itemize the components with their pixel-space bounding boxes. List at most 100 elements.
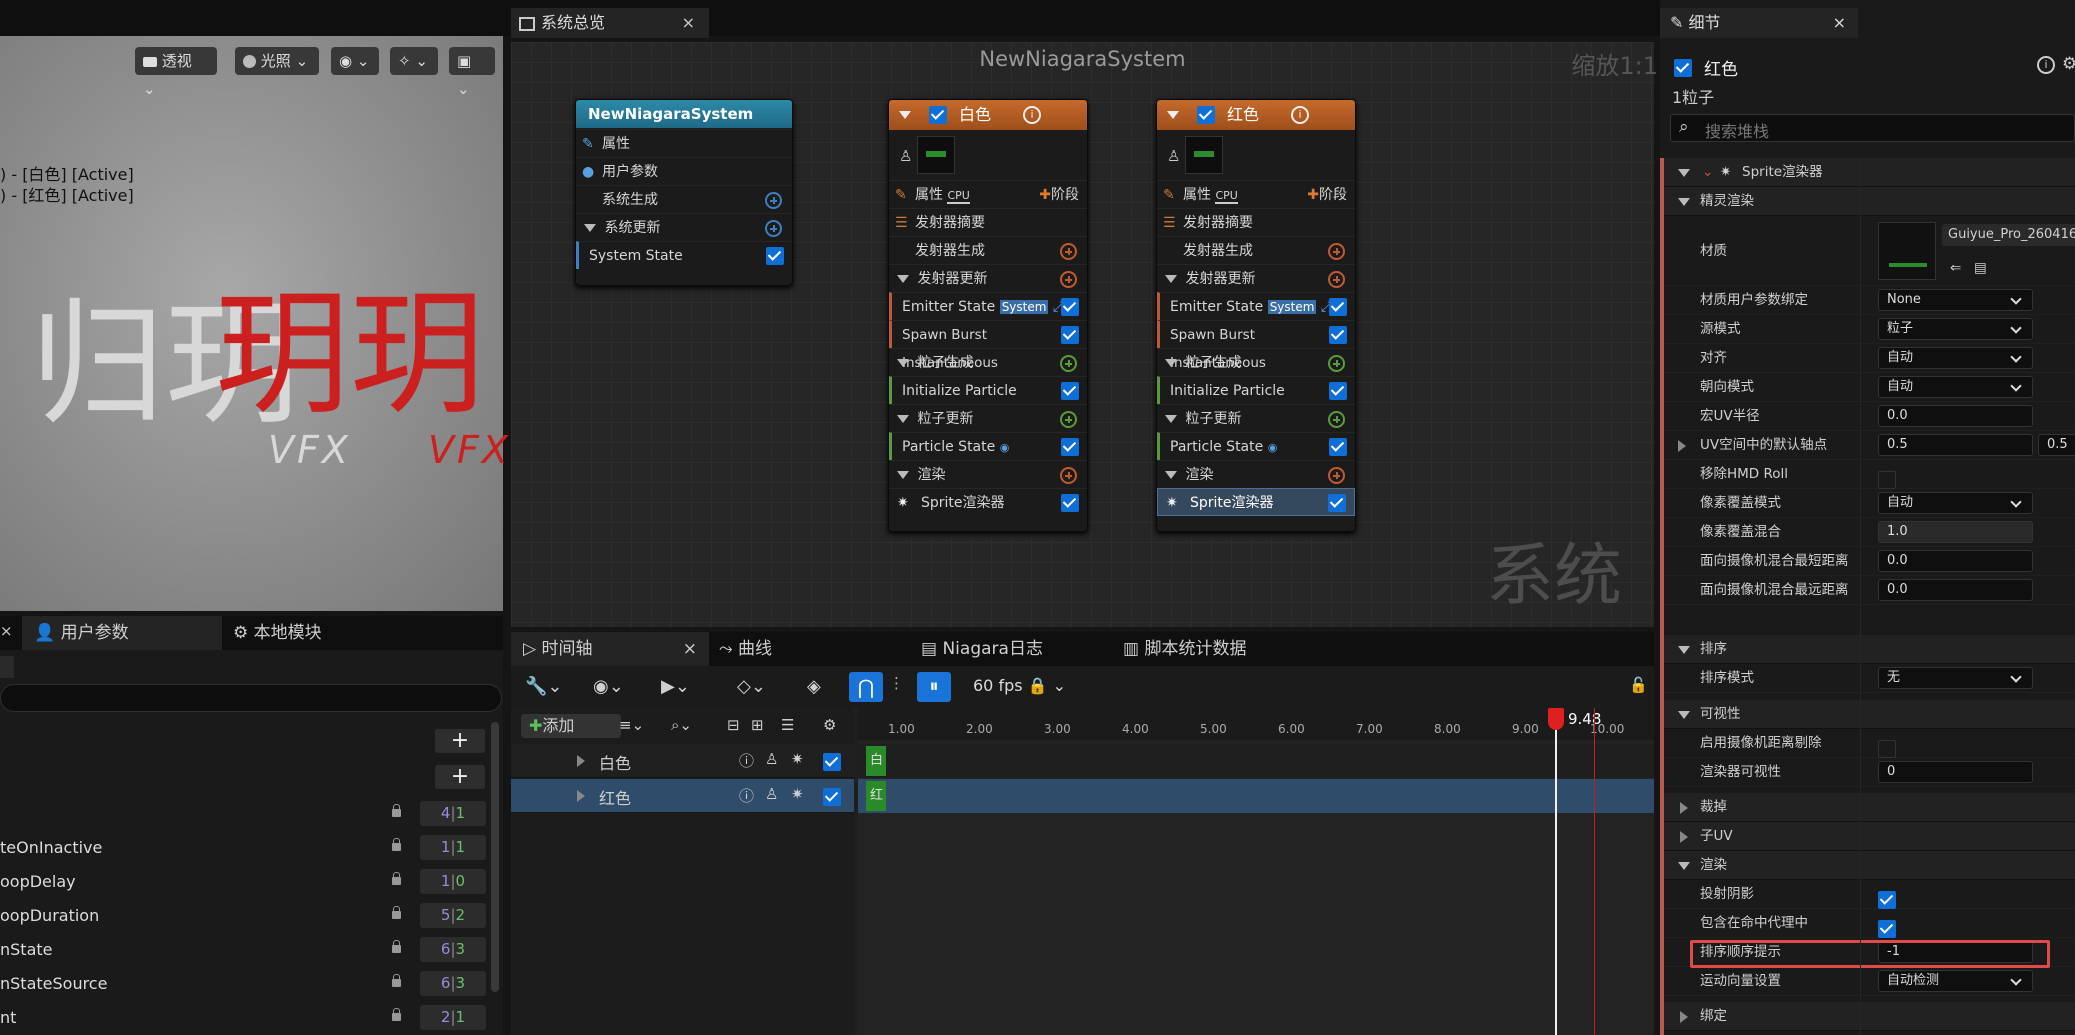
emitter-properties-row[interactable]: ✎ 属性 CPU ✚阶段	[1157, 180, 1355, 208]
section-cull[interactable]: 裁掉	[1664, 793, 2075, 822]
emitter-header[interactable]: 白色 i	[889, 100, 1087, 130]
emitter-summary-row[interactable]: ☰ 发射器摘要	[889, 208, 1087, 236]
initialize-particle-row[interactable]: Initialize Particle	[889, 376, 1087, 404]
particle-spawn-row[interactable]: 粒子生成	[1157, 348, 1355, 376]
collapse-icon[interactable]	[1678, 169, 1690, 177]
add-module-icon[interactable]	[1060, 411, 1077, 428]
effects-button[interactable]: ✧ ⌄	[390, 47, 438, 75]
system-properties-row[interactable]: ✎ 属性	[576, 129, 792, 157]
filter-icon[interactable]: ≡⌄	[619, 716, 644, 734]
add-stage-button[interactable]: ✚阶段	[1307, 181, 1347, 209]
sprite-icon[interactable]: ✷	[791, 750, 804, 768]
snap-icon[interactable]: ⋂	[849, 672, 883, 702]
info-icon[interactable]: ⓘ	[739, 750, 754, 771]
emitter-state-row[interactable]: Emitter State System ⤢	[1157, 292, 1355, 320]
add-module-icon[interactable]	[1328, 271, 1345, 288]
info-icon[interactable]: ⓘ	[739, 785, 754, 806]
enable-checkbox[interactable]	[1061, 494, 1079, 512]
tab-niagara-log[interactable]: ▤ Niagara日志	[921, 632, 1043, 666]
particle-state-row[interactable]: Particle State ◉	[1157, 432, 1355, 460]
section-binding[interactable]: 绑定	[1664, 1002, 2075, 1031]
track-enable-checkbox[interactable]	[823, 787, 841, 806]
filter-button[interactable]	[0, 656, 14, 678]
add-module-icon[interactable]	[1060, 243, 1077, 260]
section-visibility[interactable]: 可视性	[1664, 700, 2075, 729]
renderer-header[interactable]: ⌄ ✷ Sprite渲染器	[1664, 158, 2075, 187]
emitter-clip[interactable]: 红	[866, 781, 886, 811]
cam-dist-cull-checkbox[interactable]	[1878, 740, 1896, 758]
section-render[interactable]: 渲染	[1664, 851, 2075, 880]
transform-icon[interactable]: ◈	[807, 676, 821, 697]
close-icon[interactable]: ×	[683, 632, 697, 666]
track-row-red[interactable]: 红色 ⓘ ♙ ✷	[511, 779, 854, 813]
emitter-enable-checkbox[interactable]	[1674, 58, 1692, 77]
uv-pivot-y-input[interactable]: 0.5	[2038, 434, 2075, 456]
add-module-icon[interactable]	[1060, 355, 1077, 372]
enable-checkbox[interactable]	[766, 247, 784, 265]
tab-script-stats[interactable]: ▥ 脚本统计数据	[1123, 632, 1246, 666]
folder-icon[interactable]: ▤	[1974, 254, 1987, 283]
spawn-burst-row[interactable]: Spawn Burst Instantaneous	[1157, 320, 1355, 371]
time-area[interactable]: 1.00 2.00 3.00 4.00 5.00 6.00 7.00 8.00 …	[858, 708, 1654, 1035]
spawn-burst-row[interactable]: Spawn Burst Instantaneous	[889, 320, 1087, 371]
expand-icon[interactable]	[577, 755, 585, 767]
motion-vector-dropdown[interactable]: 自动检测	[1878, 970, 2033, 992]
track-row-white[interactable]: 白色 ⓘ ♙ ✷	[511, 744, 854, 778]
enable-checkbox[interactable]	[1061, 326, 1079, 344]
param-row[interactable]: 4|1	[0, 798, 490, 830]
expand-icon[interactable]	[1678, 440, 1686, 452]
cam-min-input[interactable]: 0.0	[1878, 550, 2033, 572]
sprite-renderer-row-selected[interactable]: ✷ Sprite渲染器	[1157, 488, 1355, 516]
system-update-row[interactable]: 系统更新	[576, 213, 792, 241]
frame-snap-icon[interactable]: ⏸	[917, 672, 951, 702]
hit-proxy-checkbox[interactable]	[1878, 920, 1896, 938]
uv-pivot-x-input[interactable]: 0.5	[1878, 434, 2033, 456]
mat-user-param-dropdown[interactable]: None	[1878, 289, 2033, 311]
collapse-icon[interactable]	[1165, 471, 1177, 479]
pixel-cov-mode-dropdown[interactable]: 自动	[1878, 492, 2033, 514]
close-icon[interactable]: ×	[1833, 8, 1846, 38]
macro-uv-input[interactable]: 0.0	[1878, 405, 2033, 427]
system-user-params-row[interactable]: ● 用户参数	[576, 157, 792, 185]
initialize-particle-row[interactable]: Initialize Particle	[1157, 376, 1355, 404]
viewport[interactable]: 透视 ⌄ 光照 ⌄ ◉ ⌄ ✧ ⌄ ▣ ⌄ ) - [白色] [Active] …	[0, 36, 508, 611]
tab-system-overview[interactable]: 系统总览 ×	[511, 8, 709, 38]
more-icon[interactable]: ⋮	[889, 674, 904, 692]
sprite-renderer-row[interactable]: ✷ Sprite渲染器	[889, 488, 1087, 516]
add-module-icon[interactable]	[765, 192, 782, 209]
add-module-icon[interactable]	[1328, 355, 1345, 372]
info-icon[interactable]: i	[1291, 106, 1309, 124]
key-icon[interactable]: ◇⌄	[737, 676, 766, 697]
emitter-update-row[interactable]: 发射器更新	[1157, 264, 1355, 292]
screenshot-button[interactable]: ▣ ⌄	[449, 47, 495, 98]
fps-selector[interactable]: 60 fps 🔒 ⌄	[973, 676, 1066, 695]
track-lane-white[interactable]: 白	[858, 744, 1654, 778]
param-row[interactable]: teOnInactive 1|1	[0, 832, 490, 864]
stack-search-input[interactable]: ⌕ 搜索堆栈	[1670, 114, 2075, 142]
expand-icon[interactable]: ⊞	[751, 716, 764, 734]
add-track-button[interactable]: ✚添加	[521, 714, 621, 738]
add-module-icon[interactable]	[1328, 243, 1345, 260]
tab-timeline[interactable]: ▷ 时间轴 ×	[511, 632, 709, 666]
section-sort[interactable]: 排序	[1664, 635, 2075, 664]
gear-icon[interactable]: ⚙	[823, 716, 836, 734]
params-search-input[interactable]	[0, 684, 502, 712]
browse-icon[interactable]: ⇐	[1950, 254, 1961, 283]
section-sprite-render[interactable]: 精灵渲染	[1664, 187, 2075, 216]
expand-icon[interactable]	[1680, 1011, 1688, 1023]
show-button[interactable]: ◉ ⌄	[331, 47, 379, 75]
section-subuv[interactable]: 子UV	[1664, 822, 2075, 851]
emitter-enable-checkbox[interactable]	[929, 106, 947, 124]
track-lane-red[interactable]: 红	[858, 779, 1654, 813]
emitter-clip[interactable]: 白	[866, 746, 886, 776]
remove-hmd-checkbox[interactable]	[1878, 471, 1896, 489]
close-icon[interactable]: ×	[682, 8, 695, 38]
tab-local-modules[interactable]: ⚙ 本地模块	[233, 616, 322, 650]
enable-checkbox[interactable]	[1061, 298, 1079, 316]
info-icon[interactable]: i	[1023, 106, 1041, 124]
info-icon[interactable]: i	[2037, 56, 2055, 74]
add-module-icon[interactable]	[765, 220, 782, 237]
emitter-properties-row[interactable]: ✎ 属性 CPU ✚阶段	[889, 180, 1087, 208]
collapse-all-icon[interactable]: ⊟	[727, 716, 740, 734]
emitter-thumbnail[interactable]	[1185, 136, 1223, 174]
